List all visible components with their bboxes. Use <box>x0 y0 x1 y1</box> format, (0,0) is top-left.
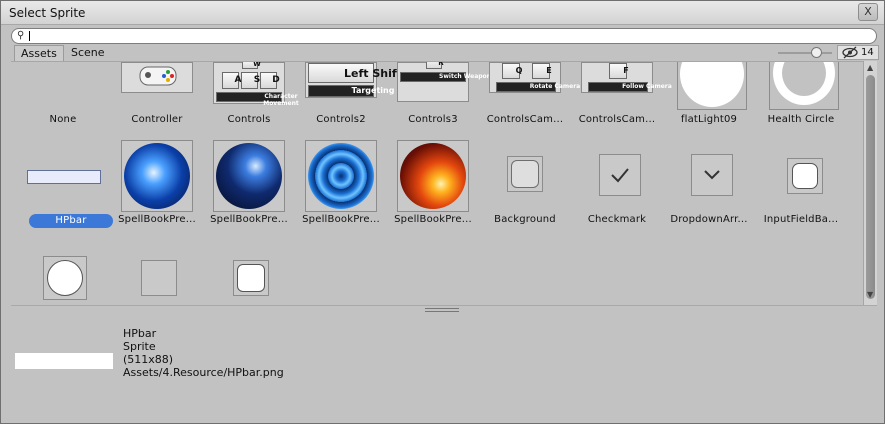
asset-label: SpellBookPre... <box>210 214 288 225</box>
select-sprite-window: Select Sprite X ⚲ Assets Scene 14 None C… <box>0 0 885 424</box>
asset-item-spellbook-2[interactable]: SpellBookPre... <box>203 140 295 230</box>
hidden-count: 14 <box>861 47 874 58</box>
asset-item-controls[interactable]: W A S D Character Movement Controls <box>203 62 299 132</box>
scrollbar-thumb[interactable] <box>866 75 875 299</box>
asset-label: SpellBookPre... <box>118 214 196 225</box>
tab-scene[interactable]: Scene <box>65 45 111 62</box>
selected-asset-name: HPbar <box>123 327 157 340</box>
tab-row: Assets Scene 14 <box>11 45 879 62</box>
vortex-orb-icon <box>305 140 377 212</box>
rounded-square-icon <box>507 156 543 192</box>
asset-item-dropdown-arrow[interactable]: DropdownArr... <box>663 140 755 230</box>
tab-assets[interactable]: Assets <box>14 45 64 62</box>
asset-item-knob[interactable] <box>17 254 109 305</box>
title-bar[interactable]: Select Sprite X <box>1 1 884 25</box>
asset-label: flatLight09 <box>680 114 738 125</box>
input-field-icon <box>787 158 823 194</box>
window-title: Select Sprite <box>9 6 86 20</box>
asset-item-ui-mask[interactable] <box>111 254 203 305</box>
preview-panel: HPbar Sprite (511x88) Assets/4.Resource/… <box>1 315 884 423</box>
vertical-scrollbar[interactable]: ▲ ▼ <box>863 61 877 305</box>
asset-label: Controls2 <box>316 114 366 125</box>
zoom-slider[interactable] <box>778 52 832 54</box>
asset-item-spellbook-3[interactable]: SpellBookPre... <box>295 140 387 230</box>
asset-item-input-field-bg[interactable]: InputFieldBa... <box>755 140 847 230</box>
asset-item-hpbar[interactable]: HPbar <box>17 140 113 230</box>
rounded-ui-sprite-icon <box>233 260 269 296</box>
asset-grid: None Controller W A S D Character Moveme… <box>11 61 863 305</box>
scroll-up-arrow-icon[interactable]: ▲ <box>867 63 873 72</box>
asset-label: ControlsCam... <box>578 114 656 125</box>
asset-item-controls3[interactable]: R Switch Weapon Controls3 <box>387 62 491 132</box>
search-input[interactable] <box>28 29 848 43</box>
eye-hidden-icon <box>842 46 858 62</box>
asset-item-ui-sprite[interactable] <box>203 254 295 305</box>
asset-label: DropdownArr... <box>670 214 748 225</box>
close-button[interactable]: X <box>858 3 878 21</box>
r-key-icon: R Switch Weapon <box>397 62 491 102</box>
asset-item-flatlight09[interactable]: flatLight09 <box>663 62 755 132</box>
asset-item-spellbook-4[interactable]: SpellBookPre... <box>387 140 479 230</box>
asset-item-controlscam-2[interactable]: F Follow Camera ControlsCam... <box>571 62 672 132</box>
asset-item-controls2[interactable]: Left Shift Targeting Controls2 <box>295 62 402 132</box>
flat-light-circle-icon <box>677 62 747 110</box>
asset-item-none[interactable]: None <box>17 62 109 132</box>
comet-night-orb-icon <box>213 140 285 212</box>
visibility-toggle[interactable]: 14 <box>837 45 879 60</box>
asset-label: Checkmark <box>587 214 647 225</box>
selected-asset-size: (511x88) <box>123 353 174 366</box>
asset-label: Controls3 <box>408 114 458 125</box>
selected-asset-info: HPbar Sprite (511x88) Assets/4.Resource/… <box>123 327 284 379</box>
circle-knob-icon <box>43 256 87 300</box>
selected-sprite-preview <box>15 353 113 369</box>
qe-keys-icon: Q E Rotate Camera <box>489 62 580 93</box>
asset-item-controlscam-1[interactable]: Q E Rotate Camera ControlsCam... <box>479 62 580 132</box>
asset-label: Controls <box>227 114 271 125</box>
asset-label-selected: HPbar <box>29 214 113 228</box>
lightning-orb-icon <box>121 140 193 212</box>
asset-label: SpellBookPre... <box>394 214 472 225</box>
fireball-orb-icon <box>397 140 469 212</box>
checkmark-icon <box>599 154 641 196</box>
drag-handle-icon[interactable] <box>425 308 459 312</box>
f-key-icon: F Follow Camera <box>581 62 672 93</box>
shift-key-icon: Left Shift Targeting <box>305 62 402 98</box>
asset-label: InputFieldBa... <box>763 214 839 225</box>
hp-bar-thumbnail <box>27 170 101 184</box>
asset-item-controller[interactable]: Controller <box>111 62 203 132</box>
ring-circle-icon <box>769 62 839 110</box>
search-bar[interactable]: ⚲ <box>11 28 877 44</box>
chevron-down-icon <box>691 154 733 196</box>
asset-item-spellbook-1[interactable]: SpellBookPre... <box>111 140 203 230</box>
preview-splitter[interactable] <box>11 305 877 315</box>
selected-asset-type: Sprite <box>123 340 156 353</box>
zoom-slider-handle[interactable] <box>811 47 822 58</box>
asset-label: Health Circle <box>767 114 835 125</box>
search-icon: ⚲ <box>17 30 25 41</box>
wasd-keys-icon: W A S D Character Movement <box>213 62 299 107</box>
asset-label: Controller <box>131 114 183 125</box>
selected-asset-path: Assets/4.Resource/HPbar.png <box>123 366 284 379</box>
gamepad-icon <box>121 62 193 93</box>
asset-label: None <box>49 114 77 125</box>
asset-label: SpellBookPre... <box>302 214 380 225</box>
asset-label: Background <box>494 214 556 225</box>
asset-item-checkmark[interactable]: Checkmark <box>571 140 663 230</box>
square-mask-icon <box>141 260 177 296</box>
scroll-down-arrow-icon[interactable]: ▼ <box>867 290 873 299</box>
asset-item-health-circle[interactable]: Health Circle <box>755 62 847 132</box>
asset-item-background[interactable]: Background <box>479 140 571 230</box>
asset-label: ControlsCam... <box>486 114 564 125</box>
